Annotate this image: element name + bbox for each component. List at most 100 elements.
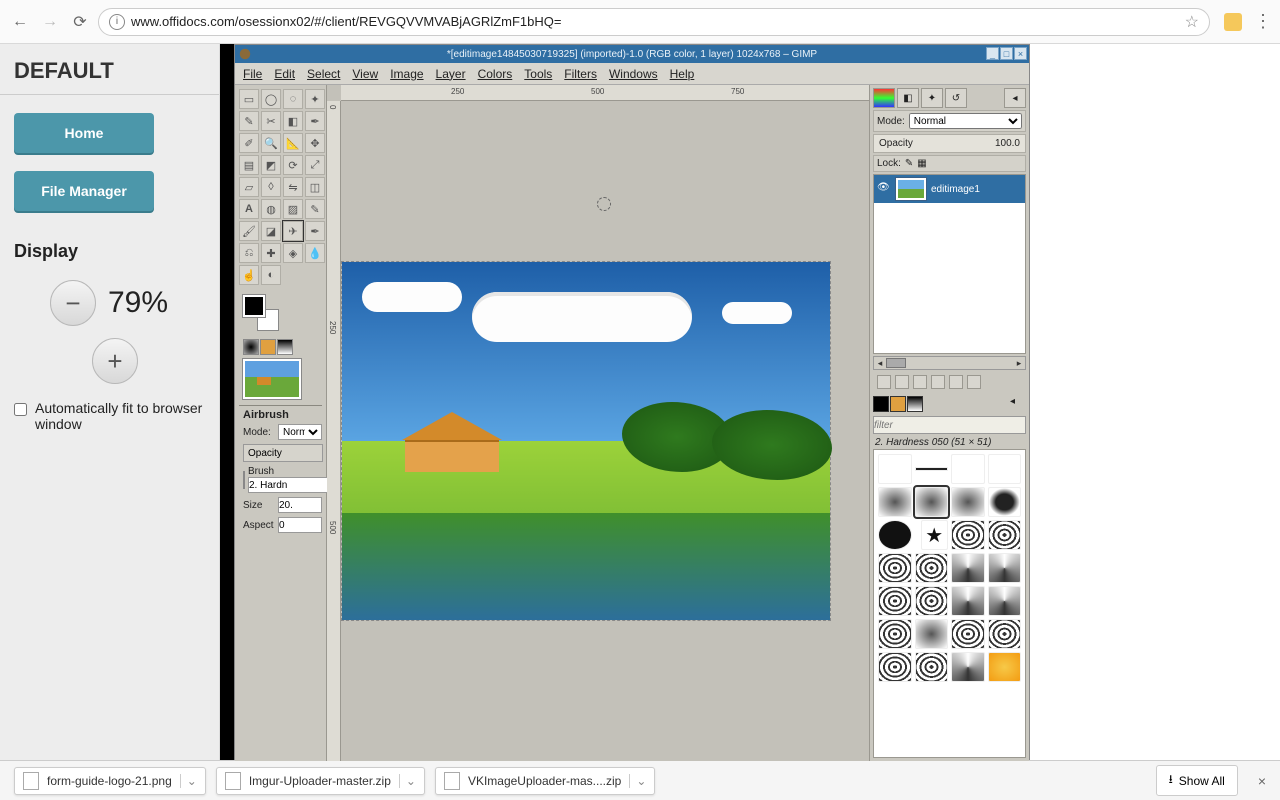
ruler-vertical[interactable]: 0 250 500 <box>327 101 341 761</box>
address-bar[interactable]: i www.offidocs.com/osessionx02/#/client/… <box>98 8 1210 36</box>
brush-item[interactable] <box>915 553 949 583</box>
tool-move[interactable]: ✥ <box>305 133 325 153</box>
auto-fit-row[interactable]: Automatically fit to browser window <box>14 400 205 432</box>
opacity-slider[interactable]: Opacity <box>243 444 323 462</box>
tab-channels-icon[interactable]: ◧ <box>897 88 919 108</box>
brush-item[interactable] <box>988 553 1022 583</box>
menu-help[interactable]: Help <box>670 67 695 81</box>
mode-select[interactable]: Normal <box>278 424 322 440</box>
forward-button[interactable]: → <box>38 10 62 34</box>
new-layer-icon[interactable] <box>877 375 891 389</box>
back-button[interactable]: ← <box>8 10 32 34</box>
tab-brushes-icon[interactable] <box>873 396 889 412</box>
menu-edit[interactable]: Edit <box>274 67 295 81</box>
brush-item[interactable] <box>878 553 912 583</box>
close-button[interactable]: × <box>1014 47 1027 60</box>
tab-paths-icon[interactable]: ✦ <box>921 88 943 108</box>
menu-view[interactable]: View <box>352 67 378 81</box>
tool-eraser[interactable]: ◪ <box>261 221 281 241</box>
fg-color[interactable] <box>243 295 265 317</box>
menu-windows[interactable]: Windows <box>609 67 658 81</box>
layer-hscroll[interactable]: ◂▸ <box>873 356 1026 370</box>
brush-name[interactable] <box>248 477 328 493</box>
brush-item[interactable] <box>915 467 949 471</box>
extension-icon[interactable] <box>1224 13 1242 31</box>
tool-clone[interactable]: ⎌ <box>239 243 259 263</box>
aspect-input[interactable] <box>278 517 322 533</box>
menu-image[interactable]: Image <box>390 67 423 81</box>
tool-dodge[interactable]: ◐ <box>261 265 281 285</box>
brush-item[interactable] <box>951 586 985 616</box>
brush-item[interactable] <box>951 652 985 682</box>
dup-layer-icon[interactable] <box>931 375 945 389</box>
menu-colors[interactable]: Colors <box>478 67 513 81</box>
download-menu-icon[interactable]: ⌄ <box>399 774 416 788</box>
zoom-out-button[interactable]: − <box>50 280 96 326</box>
download-item[interactable]: Imgur-Uploader-master.zip ⌄ <box>216 767 425 795</box>
brush-filter[interactable] <box>873 416 1026 434</box>
brush-item[interactable] <box>951 520 985 550</box>
dock-menu-icon[interactable]: ◂ <box>1004 88 1026 108</box>
brush-item[interactable] <box>988 520 1022 550</box>
menu-layer[interactable]: Layer <box>436 67 466 81</box>
delete-layer-icon[interactable] <box>967 375 981 389</box>
layer-name[interactable]: editimage1 <box>931 184 980 195</box>
lower-layer-icon[interactable] <box>913 375 927 389</box>
ruler-horizontal[interactable]: 250 500 750 <box>341 85 869 101</box>
tool-foreground[interactable]: ◧ <box>283 111 303 131</box>
zoom-in-button[interactable]: + <box>92 338 138 384</box>
tool-rotate[interactable]: ⟳ <box>283 155 303 175</box>
brush-item[interactable] <box>988 454 1022 484</box>
brush-item[interactable] <box>915 487 949 517</box>
brush-item[interactable] <box>878 454 912 484</box>
tool-ink[interactable]: ✒ <box>305 221 325 241</box>
tool-by-color[interactable]: ✎ <box>239 111 259 131</box>
maximize-button[interactable]: □ <box>1000 47 1013 60</box>
file-manager-button[interactable]: File Manager <box>14 171 154 211</box>
tab-layers-icon[interactable] <box>873 88 895 108</box>
brush-item[interactable] <box>951 487 985 517</box>
tool-cage[interactable]: ◫ <box>305 177 325 197</box>
brush-item[interactable]: ★ <box>921 520 949 550</box>
site-info-icon[interactable]: i <box>109 14 125 30</box>
tool-paths[interactable]: ✒ <box>305 111 325 131</box>
tool-bucket[interactable]: ◍ <box>261 199 281 219</box>
tool-scale[interactable]: ⤢ <box>305 155 325 175</box>
brush-item[interactable] <box>878 619 912 649</box>
download-menu-icon[interactable]: ⌄ <box>629 774 646 788</box>
canvas[interactable] <box>341 101 869 761</box>
anchor-layer-icon[interactable] <box>949 375 963 389</box>
lock-alpha-icon[interactable]: ▦ <box>917 158 926 169</box>
brush-item[interactable] <box>988 487 1022 517</box>
menu-tools[interactable]: Tools <box>524 67 552 81</box>
menu-select[interactable]: Select <box>307 67 340 81</box>
brush-item[interactable] <box>951 553 985 583</box>
tool-scissors[interactable]: ✂ <box>261 111 281 131</box>
tool-rect-select[interactable]: ▭ <box>239 89 259 109</box>
tool-fuzzy-select[interactable]: ✦ <box>305 89 325 109</box>
brush-item[interactable] <box>988 652 1022 682</box>
tool-perspective[interactable]: ◊ <box>261 177 281 197</box>
active-brush-pattern-gradient[interactable] <box>243 339 318 355</box>
tool-align[interactable]: ▤ <box>239 155 259 175</box>
tool-text[interactable]: A <box>239 199 259 219</box>
close-downloads-bar[interactable]: × <box>1258 773 1266 789</box>
tab-patterns-icon[interactable] <box>890 396 906 412</box>
tool-free-select[interactable]: ◌ <box>283 89 303 109</box>
tool-measure[interactable]: 📐 <box>283 133 303 153</box>
tool-perspective-clone[interactable]: ◈ <box>283 243 303 263</box>
tool-ellipse-select[interactable]: ◯ <box>261 89 281 109</box>
chrome-menu-icon[interactable]: ⋮ <box>1254 11 1272 32</box>
brush-item[interactable] <box>915 652 949 682</box>
reload-button[interactable]: ⟳ <box>68 10 92 34</box>
layer-row[interactable]: 👁 editimage1 <box>874 175 1025 203</box>
brush-item[interactable] <box>878 520 912 550</box>
brush-item[interactable] <box>878 586 912 616</box>
bookmark-icon[interactable]: ☆ <box>1185 12 1199 32</box>
gimp-titlebar[interactable]: *[editimage14845030719325] (imported)-1.… <box>235 45 1029 63</box>
fg-bg-swatch[interactable] <box>243 295 283 335</box>
download-menu-icon[interactable]: ⌄ <box>180 774 197 788</box>
raise-layer-icon[interactable] <box>895 375 909 389</box>
tool-smudge[interactable]: ☝ <box>239 265 259 285</box>
tool-crop[interactable]: ◩ <box>261 155 281 175</box>
